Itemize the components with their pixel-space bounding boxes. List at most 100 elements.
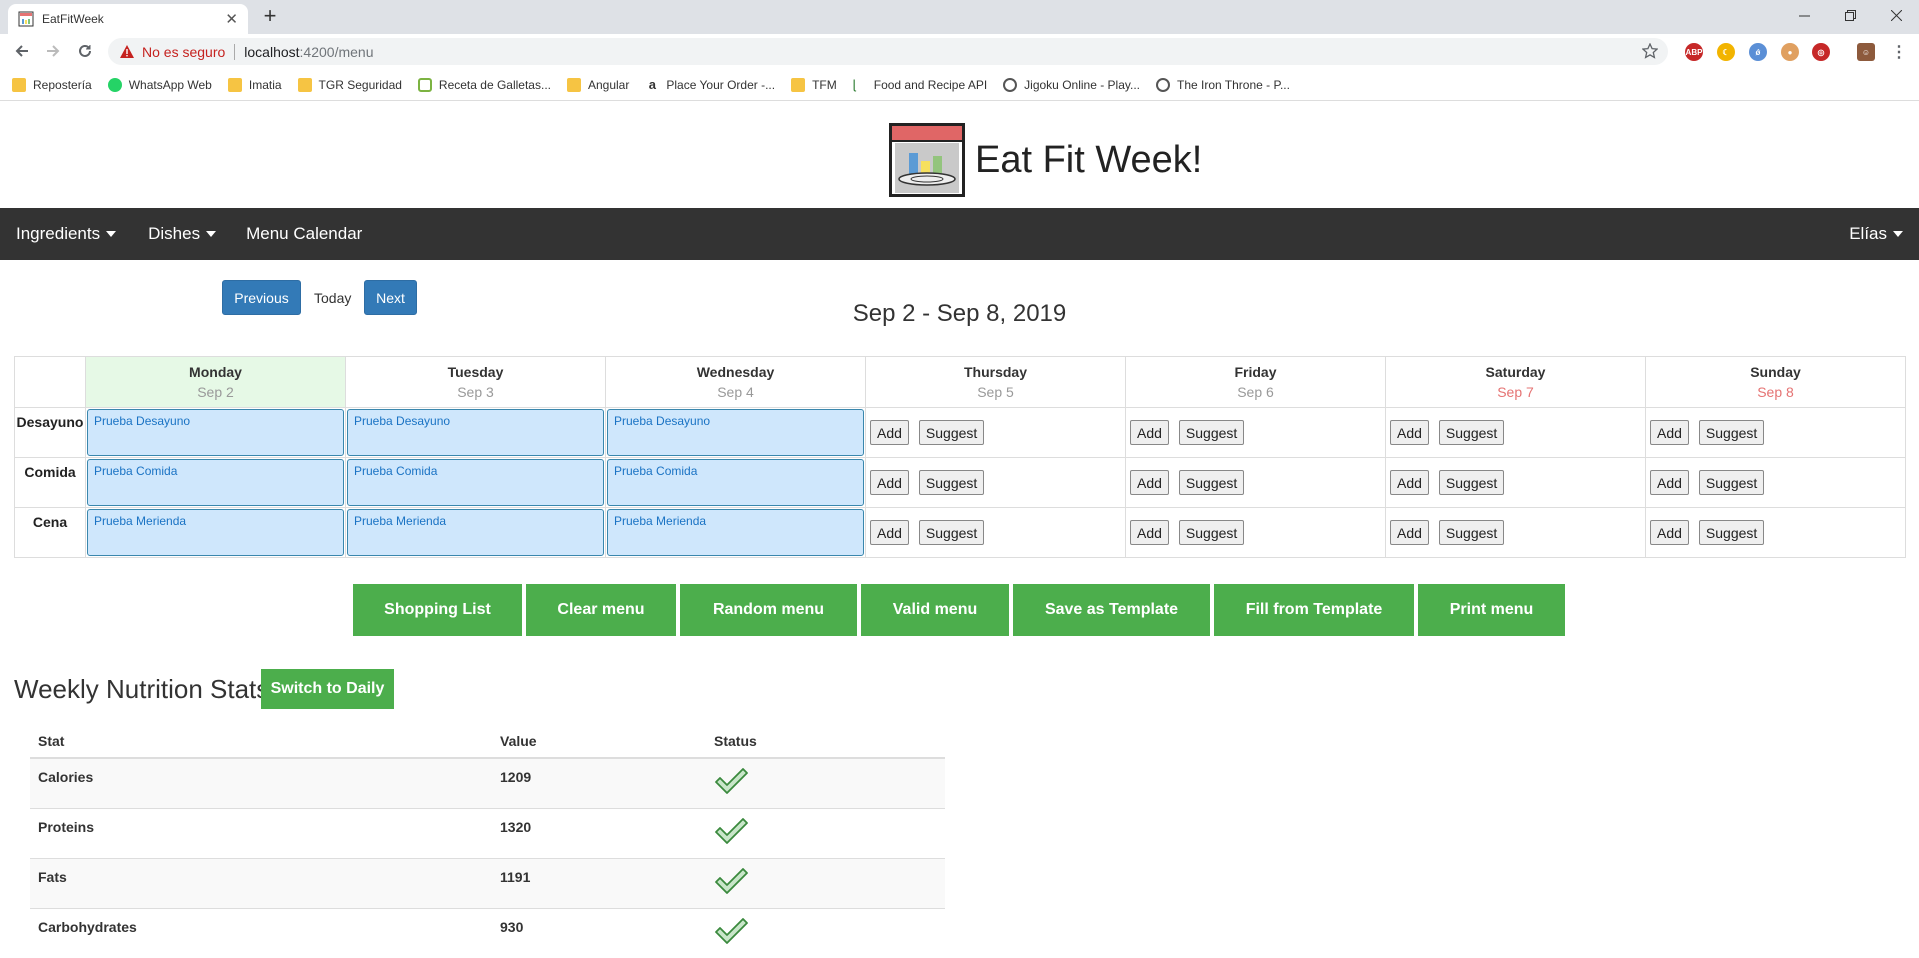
fill-template-button[interactable]: Fill from Template <box>1214 584 1414 636</box>
minimize-icon[interactable] <box>1781 0 1827 30</box>
bookmark-reposteria[interactable]: Repostería <box>12 78 92 92</box>
nav-menu-calendar[interactable]: Menu Calendar <box>232 224 378 244</box>
bookmark-label: WhatsApp Web <box>129 78 212 92</box>
day-header-saturday: SaturdaySep 7 <box>1386 357 1646 408</box>
calendar-favicon-icon <box>18 11 34 27</box>
stat-value: 930 <box>492 909 706 958</box>
add-button[interactable]: Add <box>1650 420 1689 445</box>
close-window-icon[interactable] <box>1873 0 1919 30</box>
stat-value: 1191 <box>492 859 706 909</box>
suggest-button[interactable]: Suggest <box>1699 420 1764 445</box>
save-template-button[interactable]: Save as Template <box>1013 584 1210 636</box>
add-button[interactable]: Add <box>1390 520 1429 545</box>
nav-dishes[interactable]: Dishes <box>132 224 232 244</box>
leaf-extension-icon[interactable]: ǿ <box>1749 43 1767 61</box>
bookmark-receta[interactable]: Receta de Galletas... <box>418 78 551 92</box>
meal-entry[interactable]: Prueba Comida <box>347 459 604 506</box>
back-icon[interactable] <box>9 38 35 64</box>
restore-icon[interactable] <box>1827 0 1873 30</box>
meal-row-desayuno: Desayuno Prueba Desayuno Prueba Desayuno… <box>15 408 1906 458</box>
valid-menu-button[interactable]: Valid menu <box>861 584 1009 636</box>
meal-entry[interactable]: Prueba Desayuno <box>347 409 604 456</box>
pocket-extension-icon[interactable]: ◎ <box>1812 43 1830 61</box>
print-menu-button[interactable]: Print menu <box>1418 584 1565 636</box>
bookmark-angular[interactable]: Angular <box>567 78 629 92</box>
nav-ingredients[interactable]: Ingredients <box>0 224 132 244</box>
meal-entry[interactable]: Prueba Comida <box>87 459 344 506</box>
bookmark-tgr[interactable]: TGR Seguridad <box>298 78 402 92</box>
suggest-button[interactable]: Suggest <box>1699 520 1764 545</box>
meal-entry[interactable]: Prueba Comida <box>607 459 864 506</box>
folder-icon <box>298 78 312 92</box>
spoon-icon: ɭ <box>853 78 867 92</box>
security-label[interactable]: No es seguro <box>142 44 225 60</box>
suggest-button[interactable]: Suggest <box>1439 520 1504 545</box>
folder-icon <box>567 78 581 92</box>
folder-icon <box>228 78 242 92</box>
bookmark-iron-throne[interactable]: The Iron Throne - P... <box>1156 78 1290 92</box>
suggest-button[interactable]: Suggest <box>1439 420 1504 445</box>
bookmark-imatia[interactable]: Imatia <box>228 78 282 92</box>
switch-daily-button[interactable]: Switch to Daily <box>261 669 394 709</box>
nav-user-menu[interactable]: Elías <box>1833 224 1919 244</box>
random-menu-button[interactable]: Random menu <box>680 584 857 636</box>
add-button[interactable]: Add <box>1650 470 1689 495</box>
bookmark-whatsapp[interactable]: WhatsApp Web <box>108 78 212 92</box>
url-path: :4200/menu <box>300 44 374 60</box>
add-button[interactable]: Add <box>1130 420 1169 445</box>
suggest-button[interactable]: Suggest <box>1179 420 1244 445</box>
suggest-button[interactable]: Suggest <box>1179 470 1244 495</box>
suggest-button[interactable]: Suggest <box>1179 520 1244 545</box>
meal-row-comida: Comida Prueba Comida Prueba Comida Prueb… <box>15 458 1906 508</box>
bookmark-star-icon[interactable] <box>1642 43 1658 62</box>
add-button[interactable]: Add <box>1650 520 1689 545</box>
adblock-extension-icon[interactable]: ABP <box>1685 43 1703 61</box>
add-button[interactable]: Add <box>1130 470 1169 495</box>
folder-icon <box>12 78 26 92</box>
menu-actions: Shopping List Clear menu Random menu Val… <box>353 584 1569 636</box>
add-button[interactable]: Add <box>870 420 909 445</box>
browser-menu-icon[interactable]: ⋮ <box>1890 43 1908 61</box>
add-button[interactable]: Add <box>1130 520 1169 545</box>
calendar-header-row: MondaySep 2 TuesdaySep 3 WednesdaySep 4 … <box>15 357 1906 408</box>
amazon-icon: a <box>645 78 659 92</box>
caret-down-icon <box>206 231 216 237</box>
bookmark-food-api[interactable]: ɭFood and Recipe API <box>853 78 987 92</box>
new-tab-button[interactable]: + <box>258 5 282 29</box>
meal-entry[interactable]: Prueba Merienda <box>347 509 604 556</box>
suggest-button[interactable]: Suggest <box>919 470 984 495</box>
profile-avatar-icon[interactable]: ☺ <box>1857 43 1875 61</box>
meal-entry[interactable]: Prueba Desayuno <box>607 409 864 456</box>
moon-extension-icon[interactable]: ☾ <box>1717 43 1735 61</box>
browser-tab[interactable]: EatFitWeek ✕ <box>8 4 248 34</box>
bookmark-tfm[interactable]: TFM <box>791 78 837 92</box>
globe-icon <box>1156 78 1170 92</box>
shopping-list-button[interactable]: Shopping List <box>353 584 522 636</box>
suggest-button[interactable]: Suggest <box>919 420 984 445</box>
meal-entry[interactable]: Prueba Desayuno <box>87 409 344 456</box>
app-title: Eat Fit Week! <box>975 139 1202 182</box>
add-button[interactable]: Add <box>1390 420 1429 445</box>
address-bar[interactable]: No es seguro localhost:4200/menu <box>108 38 1668 65</box>
clear-menu-button[interactable]: Clear menu <box>526 584 676 636</box>
add-button[interactable]: Add <box>870 520 909 545</box>
app-navbar: Ingredients Dishes Menu Calendar Elías <box>0 208 1919 260</box>
bookmark-jigoku[interactable]: Jigoku Online - Play... <box>1003 78 1140 92</box>
bookmark-amazon[interactable]: a Place Your Order -... <box>645 78 775 92</box>
suggest-button[interactable]: Suggest <box>1699 470 1764 495</box>
forward-icon[interactable] <box>40 38 66 64</box>
bookmark-label: Angular <box>588 78 629 92</box>
meal-entry[interactable]: Prueba Merienda <box>607 509 864 556</box>
reload-icon[interactable] <box>72 38 98 64</box>
bookmark-label: Place Your Order -... <box>666 78 775 92</box>
meal-entry[interactable]: Prueba Merienda <box>87 509 344 556</box>
add-button[interactable]: Add <box>870 470 909 495</box>
add-button[interactable]: Add <box>1390 470 1429 495</box>
bookmarks-bar: Repostería WhatsApp Web Imatia TGR Segur… <box>0 69 1919 101</box>
cookie-extension-icon[interactable]: ● <box>1781 43 1799 61</box>
bookmark-label: The Iron Throne - P... <box>1177 78 1290 92</box>
suggest-button[interactable]: Suggest <box>919 520 984 545</box>
folder-icon <box>791 78 805 92</box>
close-tab-icon[interactable]: ✕ <box>225 10 238 28</box>
suggest-button[interactable]: Suggest <box>1439 470 1504 495</box>
